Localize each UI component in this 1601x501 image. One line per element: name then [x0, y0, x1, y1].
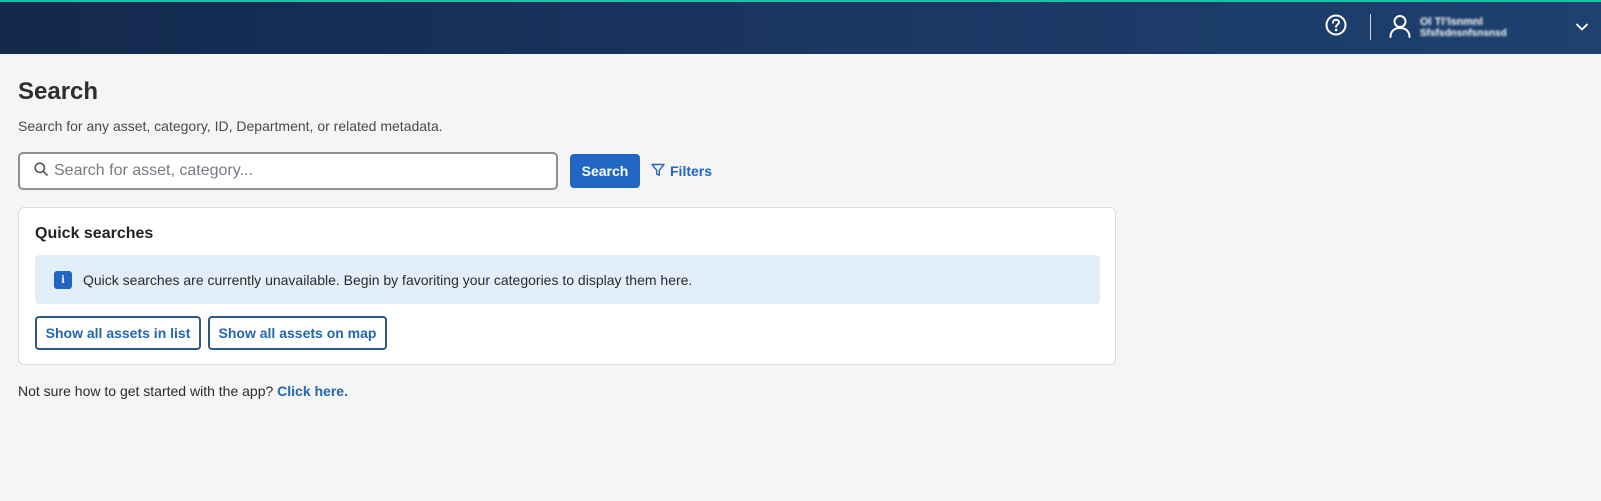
info-icon: i	[54, 270, 72, 289]
show-all-assets-list-button[interactable]: Show all assets in list	[35, 316, 201, 350]
user-icon	[1389, 14, 1411, 43]
help-button[interactable]	[1323, 14, 1349, 40]
top-navigation-bar: Ol Tl’lsnmnl Sfsfsdnsnfsnsnsd	[0, 0, 1601, 54]
user-menu-button[interactable]: Ol Tl’lsnmnl Sfsfsdnsnfsnsnsd	[1389, 12, 1589, 44]
user-info: Ol Tl’lsnmnl Sfsfsdnsnfsnsnsd	[1420, 16, 1565, 40]
search-field[interactable]	[18, 152, 558, 190]
help-prompt: Not sure how to get started with the app…	[18, 383, 348, 399]
page-title: Search	[18, 78, 99, 105]
header-divider	[1370, 14, 1371, 40]
search-icon	[34, 161, 48, 181]
user-name: Ol Tl’lsnmnl	[1420, 16, 1483, 28]
info-message: Quick searches are currently unavailable…	[83, 271, 693, 288]
info-banner: i Quick searches are currently unavailab…	[35, 255, 1100, 304]
getting-started-link[interactable]: Click here.	[277, 383, 348, 399]
chevron-down-icon[interactable]	[1575, 19, 1589, 37]
help-circle-icon	[1325, 14, 1347, 41]
filters-button[interactable]: Filters	[651, 162, 712, 180]
user-subtitle: Sfsfsdnsnfsnsnsd	[1420, 28, 1507, 39]
quick-searches-card: Quick searches i Quick searches are curr…	[18, 207, 1116, 365]
show-all-assets-map-button[interactable]: Show all assets on map	[208, 316, 387, 350]
filter-icon	[651, 163, 670, 180]
quick-searches-title: Quick searches	[35, 225, 154, 242]
search-button[interactable]: Search	[570, 154, 640, 188]
search-input[interactable]	[54, 162, 534, 180]
page-subtitle: Search for any asset, category, ID, Depa…	[18, 118, 443, 134]
filters-label: Filters	[670, 163, 713, 179]
help-prompt-text: Not sure how to get started with the app…	[18, 383, 274, 399]
